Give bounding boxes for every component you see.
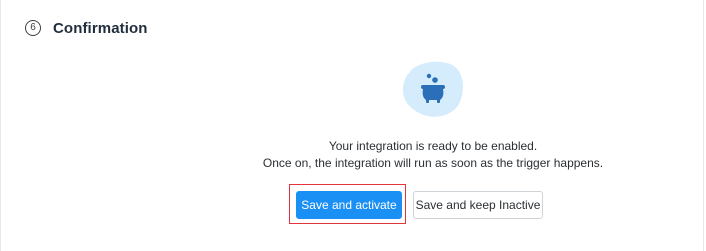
cauldron-icon xyxy=(402,60,464,118)
step-number-badge: 6 xyxy=(25,20,41,36)
panel-right-border xyxy=(703,0,704,251)
step-header: 6 Confirmation xyxy=(25,18,148,38)
step-title: Confirmation xyxy=(53,19,148,37)
panel-left-border xyxy=(0,0,1,251)
ready-message: Your integration is ready to be enabled. xyxy=(328,139,538,153)
save-and-activate-button[interactable]: Save and activate xyxy=(296,191,402,219)
confirmation-step-panel: 6 Confirmation Your integration is ready… xyxy=(0,0,706,251)
run-info-message: Once on, the integration will run as soo… xyxy=(262,156,604,170)
save-and-keep-inactive-button[interactable]: Save and keep Inactive xyxy=(413,191,543,219)
